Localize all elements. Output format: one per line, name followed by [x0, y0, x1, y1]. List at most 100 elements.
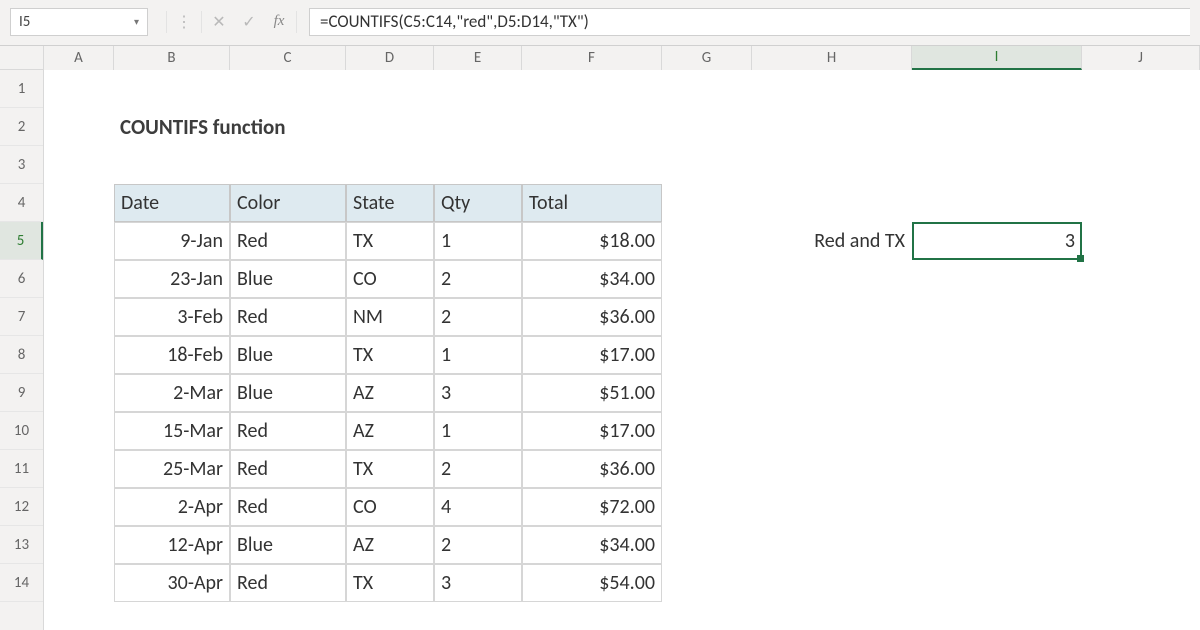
cell-D1[interactable] — [346, 70, 434, 108]
cell-B14[interactable]: 30-Apr — [114, 564, 230, 602]
cell-H14[interactable] — [752, 564, 912, 602]
cell-I11[interactable] — [912, 450, 1082, 488]
cell-G3[interactable] — [662, 146, 752, 184]
cell-I4[interactable] — [912, 184, 1082, 222]
cell-D9[interactable]: AZ — [346, 374, 434, 412]
cell-F6[interactable]: $34.00 — [522, 260, 662, 298]
cell-A4[interactable] — [44, 184, 114, 222]
row-header-1[interactable]: 1 — [0, 70, 43, 108]
cell-E7[interactable]: 2 — [434, 298, 522, 336]
cell-D10[interactable]: AZ — [346, 412, 434, 450]
cell-I14[interactable] — [912, 564, 1082, 602]
cell-D3[interactable] — [346, 146, 434, 184]
cell-C2[interactable] — [230, 108, 346, 146]
cell-J11[interactable] — [1082, 450, 1200, 488]
cell-E11[interactable]: 2 — [434, 450, 522, 488]
column-header-I[interactable]: I — [912, 46, 1082, 70]
row-header-3[interactable]: 3 — [0, 146, 43, 184]
cell-G12[interactable] — [662, 488, 752, 526]
enter-icon[interactable]: ✓ — [234, 8, 264, 36]
cell-C11[interactable]: Red — [230, 450, 346, 488]
cell-F3[interactable] — [522, 146, 662, 184]
cell-A7[interactable] — [44, 298, 114, 336]
table-header-state[interactable]: State — [346, 184, 434, 222]
cell-J14[interactable] — [1082, 564, 1200, 602]
column-header-A[interactable]: A — [44, 46, 114, 70]
cell-E9[interactable]: 3 — [434, 374, 522, 412]
cell-G13[interactable] — [662, 526, 752, 564]
cell-D6[interactable]: CO — [346, 260, 434, 298]
column-header-F[interactable]: F — [522, 46, 662, 70]
cell-A5[interactable] — [44, 222, 114, 260]
cell-C3[interactable] — [230, 146, 346, 184]
cell-A9[interactable] — [44, 374, 114, 412]
row-header-13[interactable]: 13 — [0, 526, 43, 564]
cell-H12[interactable] — [752, 488, 912, 526]
row-header-10[interactable]: 10 — [0, 412, 43, 450]
cell-J5[interactable] — [1082, 222, 1200, 260]
cell-G9[interactable] — [662, 374, 752, 412]
cell-H1[interactable] — [752, 70, 912, 108]
cell-G4[interactable] — [662, 184, 752, 222]
cell-G7[interactable] — [662, 298, 752, 336]
cell-A14[interactable] — [44, 564, 114, 602]
cell-J13[interactable] — [1082, 526, 1200, 564]
cell-H3[interactable] — [752, 146, 912, 184]
cell-C13[interactable]: Blue — [230, 526, 346, 564]
cell-A6[interactable] — [44, 260, 114, 298]
cell-C5[interactable]: Red — [230, 222, 346, 260]
cell-F10[interactable]: $17.00 — [522, 412, 662, 450]
column-header-G[interactable]: G — [662, 46, 752, 70]
cell-B11[interactable]: 25-Mar — [114, 450, 230, 488]
cell-F1[interactable] — [522, 70, 662, 108]
cell-E14[interactable]: 3 — [434, 564, 522, 602]
fx-icon[interactable]: fx — [264, 8, 294, 36]
cell-I2[interactable] — [912, 108, 1082, 146]
cell-J12[interactable] — [1082, 488, 1200, 526]
result-value-cell[interactable]: 3 — [912, 222, 1082, 260]
cell-J8[interactable] — [1082, 336, 1200, 374]
cell-C14[interactable]: Red — [230, 564, 346, 602]
cell-G6[interactable] — [662, 260, 752, 298]
cell-J2[interactable] — [1082, 108, 1200, 146]
cell-I13[interactable] — [912, 526, 1082, 564]
cell-C9[interactable]: Blue — [230, 374, 346, 412]
chevron-down-icon[interactable]: ▾ — [134, 15, 139, 28]
cell-J1[interactable] — [1082, 70, 1200, 108]
cell-H8[interactable] — [752, 336, 912, 374]
cell-I6[interactable] — [912, 260, 1082, 298]
cell-A11[interactable] — [44, 450, 114, 488]
column-header-H[interactable]: H — [752, 46, 912, 70]
cell-G2[interactable] — [662, 108, 752, 146]
cell-J6[interactable] — [1082, 260, 1200, 298]
cell-G8[interactable] — [662, 336, 752, 374]
cell-A1[interactable] — [44, 70, 114, 108]
table-header-qty[interactable]: Qty — [434, 184, 522, 222]
column-header-D[interactable]: D — [346, 46, 434, 70]
cell-G14[interactable] — [662, 564, 752, 602]
row-header-7[interactable]: 7 — [0, 298, 43, 336]
cell-B10[interactable]: 15-Mar — [114, 412, 230, 450]
cell-J7[interactable] — [1082, 298, 1200, 336]
cell-D14[interactable]: TX — [346, 564, 434, 602]
cell-H10[interactable] — [752, 412, 912, 450]
cell-J9[interactable] — [1082, 374, 1200, 412]
cell-C7[interactable]: Red — [230, 298, 346, 336]
cell-G5[interactable] — [662, 222, 752, 260]
row-header-4[interactable]: 4 — [0, 184, 43, 222]
cell-I12[interactable] — [912, 488, 1082, 526]
cell-H11[interactable] — [752, 450, 912, 488]
cell-C6[interactable]: Blue — [230, 260, 346, 298]
table-header-total[interactable]: Total — [522, 184, 662, 222]
cell-F14[interactable]: $54.00 — [522, 564, 662, 602]
cell-J10[interactable] — [1082, 412, 1200, 450]
cell-C12[interactable]: Red — [230, 488, 346, 526]
cell-D11[interactable]: TX — [346, 450, 434, 488]
cell-D12[interactable]: CO — [346, 488, 434, 526]
cell-I7[interactable] — [912, 298, 1082, 336]
cell-F8[interactable]: $17.00 — [522, 336, 662, 374]
cell-B13[interactable]: 12-Apr — [114, 526, 230, 564]
cell-C10[interactable]: Red — [230, 412, 346, 450]
cell-A8[interactable] — [44, 336, 114, 374]
cell-F13[interactable]: $34.00 — [522, 526, 662, 564]
